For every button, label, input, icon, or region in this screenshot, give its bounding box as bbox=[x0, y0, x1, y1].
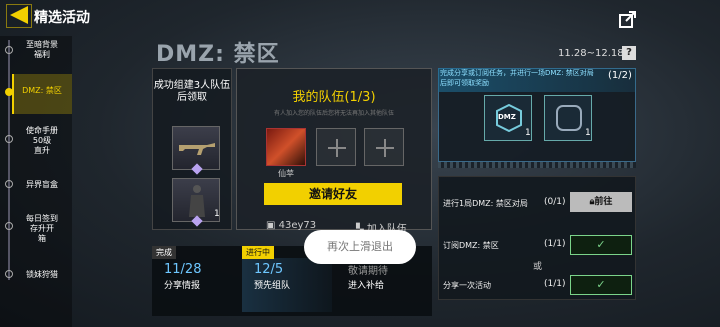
sidebar-dot-icon bbox=[5, 270, 13, 278]
team-title: 我的队伍(1/3) bbox=[292, 90, 376, 105]
card-qty: 1 bbox=[585, 128, 591, 138]
sidebar-divider bbox=[8, 40, 10, 280]
task-name-match: 进行1局DMZ: 禁区对局 bbox=[443, 199, 528, 208]
task-name-share: 分享一次活动 bbox=[443, 281, 491, 290]
sidebar-item-blindbox[interactable]: 异界盲盒 bbox=[16, 180, 68, 190]
sidebar-dot-icon bbox=[5, 135, 13, 143]
team-hint: 有人加入您的队伍后您将无法再加入其他队伍 bbox=[273, 110, 394, 117]
plus-icon-v bbox=[336, 139, 338, 157]
reward-item-weapon[interactable] bbox=[172, 126, 220, 175]
sidebar-item-dmz[interactable]: DMZ: 禁区 bbox=[16, 86, 68, 96]
stage-1[interactable]: 完成 11/28 分享情报 bbox=[152, 246, 242, 312]
team-code[interactable]: ▣ 43ey73 bbox=[266, 220, 316, 231]
task-name-subscribe: 订阅DMZ: 禁区 bbox=[443, 241, 499, 250]
invite-friends-button[interactable]: 邀请好友 bbox=[264, 183, 402, 205]
empty-slot-1[interactable] bbox=[316, 128, 356, 166]
operator-icon bbox=[189, 185, 205, 217]
stage-name: 分享情报 bbox=[164, 281, 201, 291]
panel-divider bbox=[438, 162, 636, 168]
page-title: 精选活动 bbox=[34, 10, 90, 26]
card-qty: 1 bbox=[525, 128, 531, 138]
copy-icon: ▣ bbox=[266, 220, 279, 231]
task-count-match: (0/1) bbox=[544, 197, 566, 207]
event-date: 11.28~12.18 bbox=[558, 48, 624, 59]
help-icon[interactable]: ? bbox=[622, 46, 636, 60]
sidebar-item-handbook[interactable]: 使命手册 50级 直升 bbox=[16, 126, 68, 156]
reward-card-dmz[interactable]: DMZ 1 bbox=[484, 95, 532, 141]
subscribe-done-check-icon[interactable]: ✓ bbox=[570, 235, 632, 255]
sidebar-item-welfare[interactable]: 至暗背景 福利 bbox=[16, 40, 68, 60]
item-qty: 1 bbox=[214, 209, 220, 219]
stage-2[interactable]: 进行中 12/5 预先组队 bbox=[242, 246, 332, 312]
stage-name: 进入补给 bbox=[348, 281, 385, 291]
sidebar-dot-icon bbox=[5, 180, 13, 188]
stage-3[interactable]: 敬请期待 进入补给 bbox=[336, 258, 426, 312]
share-icon[interactable] bbox=[618, 10, 638, 28]
reward-item-skin[interactable]: 1 bbox=[172, 178, 220, 227]
empty-slot-2[interactable] bbox=[364, 128, 404, 166]
stage-date: 11/28 bbox=[164, 262, 202, 277]
go-button-label: 前往 bbox=[594, 197, 613, 207]
team-code-value: 43ey73 bbox=[278, 220, 317, 231]
plus-icon-v bbox=[384, 139, 386, 157]
reward-box-count: (1/2) bbox=[608, 70, 632, 81]
member-avatar[interactable] bbox=[266, 128, 306, 166]
reward-title: 成功组建3人队伍后领取 bbox=[153, 80, 231, 103]
dmz-badge-label: DMZ bbox=[498, 113, 516, 121]
go-button[interactable]: 🔒︎前往 bbox=[570, 192, 632, 212]
share-done-check-icon[interactable]: ✓ bbox=[570, 275, 632, 295]
sidebar-item-hunt[interactable]: 锁妹狩猎 bbox=[16, 270, 68, 280]
sidebar-item-signin[interactable]: 每日签到 存升开 箱 bbox=[16, 214, 68, 244]
reward-card-frame[interactable]: 1 bbox=[544, 95, 592, 141]
or-label: 或 bbox=[533, 262, 543, 272]
member-name: 仙苹 bbox=[278, 169, 294, 178]
stage-status: 完成 bbox=[152, 246, 176, 259]
task-count-share: (1/1) bbox=[544, 279, 566, 289]
task-count-subscribe: (1/1) bbox=[544, 239, 566, 249]
stage-date: 敬请期待 bbox=[348, 266, 388, 277]
frame-icon bbox=[556, 105, 582, 131]
event-title: DMZ: 禁区 bbox=[156, 42, 280, 67]
sidebar-dot-active-icon bbox=[5, 88, 13, 96]
exit-toast: 再次上滑退出 bbox=[304, 230, 416, 264]
stage-status: 进行中 bbox=[242, 246, 274, 259]
sidebar-dot-icon bbox=[5, 46, 13, 54]
sidebar-dot-icon bbox=[5, 222, 13, 230]
rifle-icon bbox=[179, 143, 215, 155]
stage-name: 预先组队 bbox=[254, 281, 291, 291]
reward-box-desc: 完成分享或订阅任务，并进行一场DMZ: 禁区对局后即可领取奖励 bbox=[440, 69, 594, 87]
stage-date: 12/5 bbox=[254, 262, 284, 277]
